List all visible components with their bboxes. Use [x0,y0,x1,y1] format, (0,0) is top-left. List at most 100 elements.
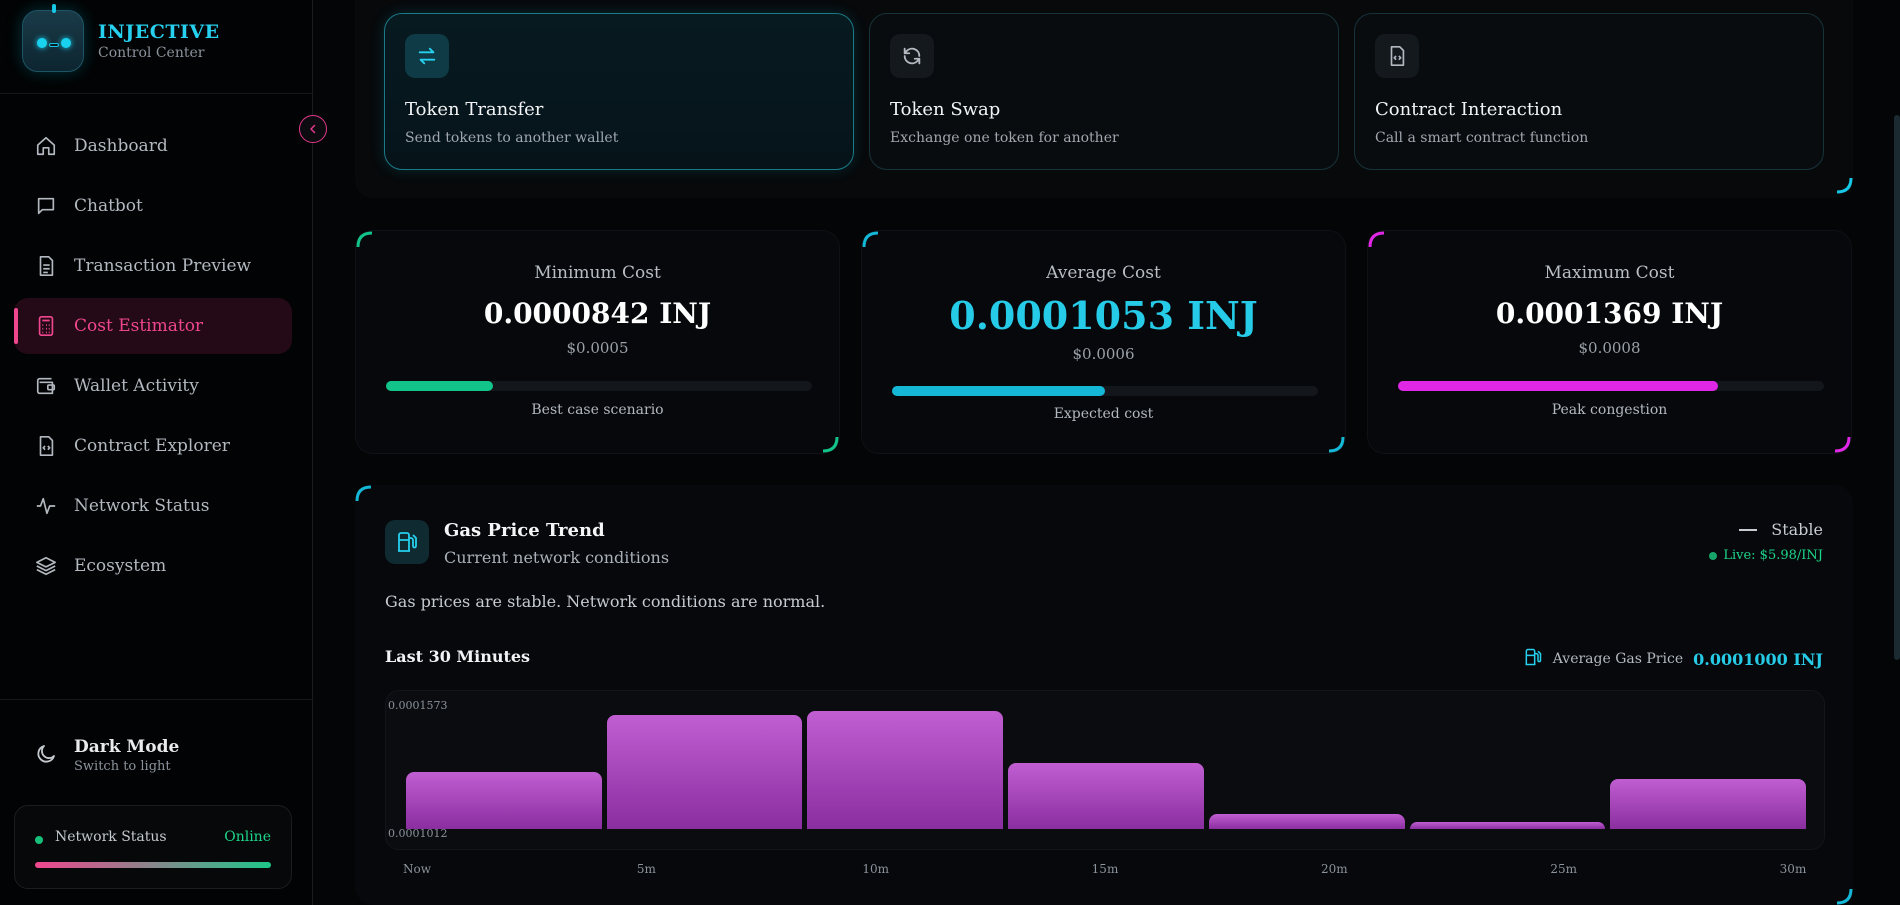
x-tick-label: 15m [1091,862,1119,876]
brand-subtitle: Control Center [98,45,205,61]
chart-bar[interactable] [1208,814,1405,829]
average-gas-price: Average Gas Price 0.0001000 INJ [1523,647,1823,671]
status-dot [35,836,43,844]
cost-usd: $0.0006 [1072,345,1135,363]
sidebar-item-label: Chatbot [74,196,143,216]
cost-label: Average Cost [1046,263,1161,283]
code-file-icon [34,434,58,458]
transfer-icon [405,34,449,78]
chart-bar[interactable] [1008,762,1204,829]
tx-desc: Send tokens to another wallet [405,130,619,146]
collapse-sidebar-button[interactable] [299,115,327,143]
mode-title: Dark Mode [74,737,180,757]
network-status-label: Network Status [55,829,167,845]
corner-glow [1834,436,1851,453]
chart-bar[interactable] [1409,821,1606,829]
corner-glow [1328,436,1345,453]
brand[interactable]: INJECTIVE Control Center [22,4,220,72]
network-status-card: Network Status Online [14,805,292,889]
sidebar-item-label: Contract Explorer [74,436,230,456]
gas-description: Gas prices are stable. Network condition… [385,592,826,611]
tx-card-contract-interaction[interactable]: Contract Interaction Call a smart contra… [1354,13,1824,170]
y-tick-label: 0.0001573 [388,699,448,712]
sidebar-item-label: Transaction Preview [74,256,252,276]
sidebar-nav: Dashboard Chatbot Transaction Preview Co… [14,118,292,598]
chevron-left-icon [307,120,319,139]
sidebar-item-dashboard[interactable]: Dashboard [14,118,292,174]
scrollbar[interactable] [1894,115,1900,660]
min-cost-card: Minimum Cost 0.0000842 INJ $0.0005 Best … [355,230,840,454]
sidebar-item-label: Dashboard [74,136,168,156]
sidebar-item-cost-estimator[interactable]: Cost Estimator [14,298,292,354]
live-price-text: Live: $5.98/INJ [1723,548,1823,563]
tx-desc: Call a smart contract function [1375,130,1589,146]
cost-note: Best case scenario [531,402,664,418]
chart-bar[interactable] [807,711,1004,829]
pulse-icon [34,494,58,518]
sidebar: INJECTIVE Control Center Dashboard Chatb… [0,0,313,905]
network-health-bar [35,862,271,868]
sidebar-item-label: Cost Estimator [74,316,204,336]
cost-value: 0.0001053 INJ [949,293,1258,338]
max-cost-card: Maximum Cost 0.0001369 INJ $0.0008 Peak … [1367,230,1852,454]
divider [0,699,313,700]
layers-icon [34,554,58,578]
sidebar-item-label: Ecosystem [74,556,167,576]
corner-glow [356,231,373,248]
wallet-icon [34,374,58,398]
corner-glow [355,485,372,502]
fuel-pump-icon [1523,647,1543,671]
document-icon [34,254,58,278]
gas-subtitle: Current network conditions [444,548,670,567]
x-tick-label: 5m [636,862,656,876]
avg-gas-label: Average Gas Price [1552,651,1684,667]
chart-bar[interactable] [406,772,602,829]
sidebar-item-transaction-preview[interactable]: Transaction Preview [14,238,292,294]
calculator-icon [34,314,58,338]
tx-card-token-transfer[interactable]: Token Transfer Send tokens to another wa… [384,13,854,170]
sidebar-item-label: Network Status [74,496,210,516]
moon-icon [34,742,58,770]
x-tick-label: Now [403,862,431,876]
sidebar-item-network-status[interactable]: Network Status [14,478,292,534]
home-icon [34,134,58,158]
network-status-value: Online [224,829,271,845]
sidebar-item-ecosystem[interactable]: Ecosystem [14,538,292,594]
cost-progress-fill [386,381,493,391]
cost-value: 0.0001369 INJ [1495,297,1724,330]
cost-progress-fill [1398,381,1718,391]
x-tick-label: 10m [862,862,889,876]
dark-mode-toggle[interactable]: Dark Mode Switch to light [34,737,179,774]
chart-bar[interactable] [1610,779,1806,829]
cost-progress-track [892,386,1318,396]
live-price: Live: $5.98/INJ [1709,548,1823,563]
corner-glow [822,436,839,453]
tx-card-token-swap[interactable]: Token Swap Exchange one token for anothe… [869,13,1339,170]
sidebar-item-contract-explorer[interactable]: Contract Explorer [14,418,292,474]
trend-indicator: Stable [1739,520,1823,539]
corner-glow [862,231,879,248]
fuel-pump-icon [385,520,429,564]
code-file-icon [1375,34,1419,78]
sidebar-item-chatbot[interactable]: Chatbot [14,178,292,234]
cost-progress-track [1398,381,1824,391]
cost-label: Maximum Cost [1544,263,1675,283]
gas-bar-chart: 0.0001573 0.0001012 [385,690,1825,850]
tx-title: Contract Interaction [1375,99,1563,120]
sidebar-item-wallet-activity[interactable]: Wallet Activity [14,358,292,414]
live-dot [1709,551,1718,560]
sidebar-item-label: Wallet Activity [74,376,199,396]
cost-label: Minimum Cost [534,263,661,283]
cost-usd: $0.0008 [1578,339,1641,357]
gas-title: Gas Price Trend [444,520,605,541]
gas-price-trend-panel: Gas Price Trend Current network conditio… [355,485,1853,905]
chart-bar[interactable] [606,715,803,829]
tx-title: Token Swap [890,99,1001,120]
cost-progress-fill [892,386,1105,396]
transaction-type-panel: Token Transfer Send tokens to another wa… [355,0,1853,198]
trend-label: Stable [1771,520,1823,539]
corner-glow [1836,888,1853,905]
divider [0,93,313,94]
cost-note: Expected cost [1053,406,1154,422]
chart-period-title: Last 30 Minutes [385,647,531,666]
